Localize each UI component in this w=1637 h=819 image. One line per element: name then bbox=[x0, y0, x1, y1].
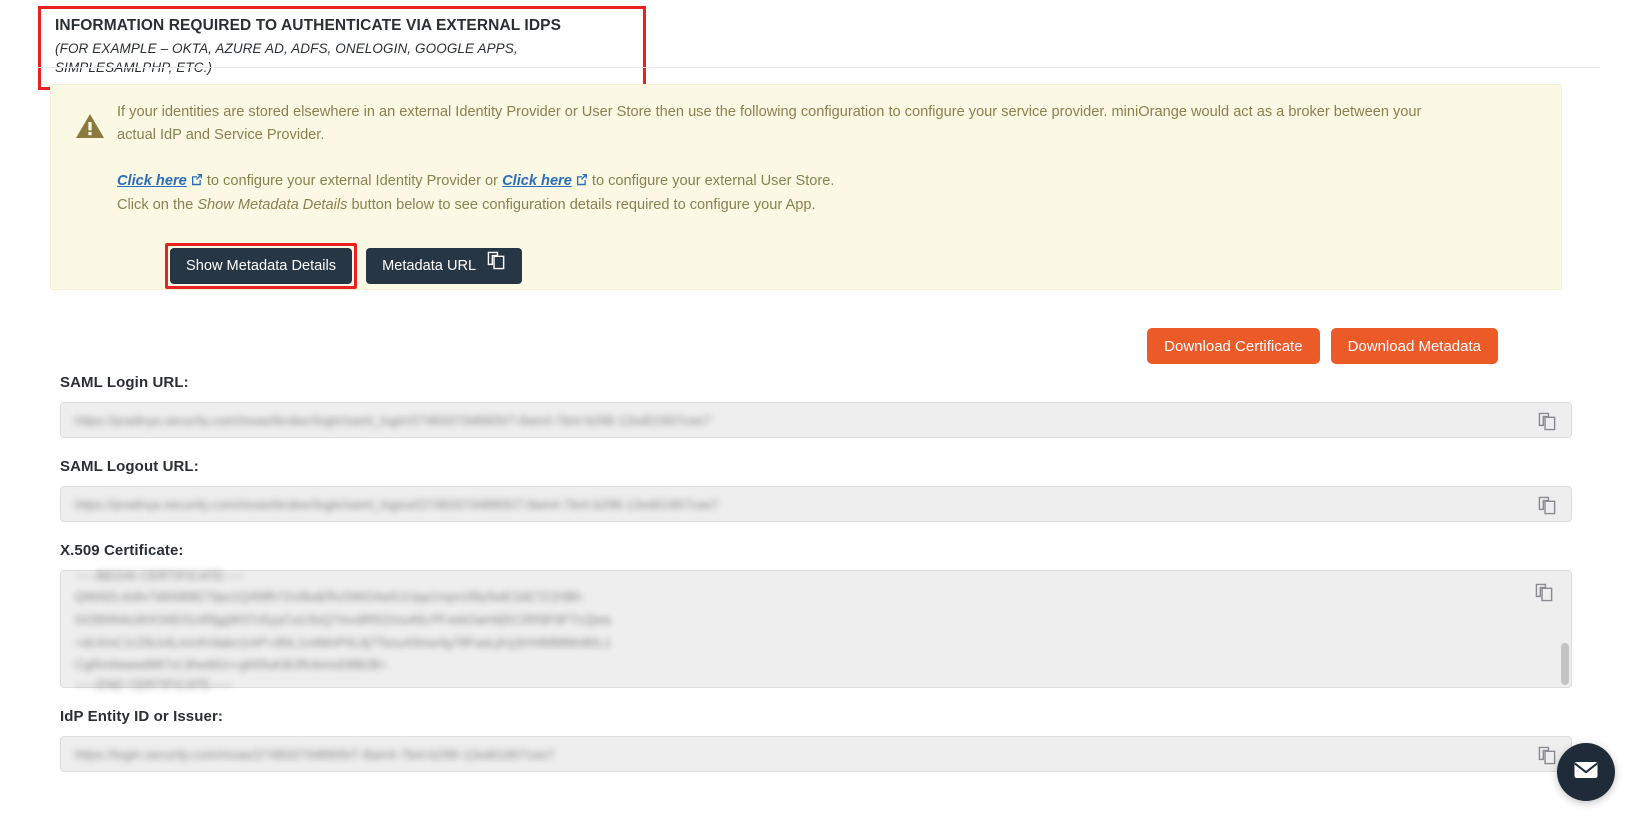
field-idp-entity-id: IdP Entity ID or Issuer: https://login.s… bbox=[0, 708, 1637, 772]
page-title: INFORMATION REQUIRED TO AUTHENTICATE VIA… bbox=[55, 17, 562, 34]
cert-line-4: CgRm9aawd987vL5hw9Gn+gN5fuKl8JRnkmoD8B2B… bbox=[75, 658, 388, 672]
saml-logout-url-input[interactable]: https://pradnya.security.com/moas/broker… bbox=[60, 486, 1572, 522]
cert-line-1: QWADL4s8v7d65t89E70ps1Q4Mfh72v0kaEfhz5WG… bbox=[75, 590, 582, 604]
external-link-icon-2 bbox=[575, 171, 588, 194]
chat-widget-button[interactable] bbox=[1557, 743, 1615, 801]
copy-icon[interactable] bbox=[1535, 583, 1554, 607]
alert-body: If your identities are stored elsewhere … bbox=[117, 101, 1543, 289]
alert-link-text-1: to configure your external Identity Prov… bbox=[202, 173, 503, 190]
alert-link-line-1: Click here to configure your external Id… bbox=[117, 170, 1543, 194]
download-buttons-row: Download Certificate Download Metadata bbox=[1147, 328, 1498, 364]
field-saml-logout-url: SAML Logout URL: https://pradnya.securit… bbox=[0, 458, 1637, 522]
alert-line2-emphasis: Show Metadata Details bbox=[197, 196, 348, 213]
download-certificate-button[interactable]: Download Certificate bbox=[1147, 328, 1320, 364]
alert-link-line-2: Click on the Show Metadata Details butto… bbox=[117, 194, 1543, 217]
download-metadata-button[interactable]: Download Metadata bbox=[1330, 328, 1498, 364]
page-title-annotation-box: INFORMATION REQUIRED TO AUTHENTICATE VIA… bbox=[38, 6, 646, 90]
alert-line2-before: Click on the bbox=[117, 196, 198, 213]
saml-login-url-input[interactable]: https://pradnya.security.com/moas/broker… bbox=[60, 402, 1572, 438]
external-link-icon bbox=[190, 171, 203, 194]
page-root: INFORMATION REQUIRED TO AUTHENTICATE VIA… bbox=[0, 0, 1637, 819]
cert-line-5: -----END CERTIFICATE----- bbox=[75, 678, 233, 692]
field-x509-certificate: X.509 Certificate: -----BEGIN CERTIFICAT… bbox=[0, 542, 1637, 692]
field-label: X.509 Certificate: bbox=[60, 542, 184, 559]
idp-entity-id-input[interactable]: https://login.security.com/moas/27483373… bbox=[60, 736, 1572, 772]
field-label: SAML Login URL: bbox=[60, 374, 189, 391]
alert-line2-after: button below to see configuration detail… bbox=[347, 196, 816, 213]
field-value: https://pradnya.security.com/moas/broker… bbox=[75, 498, 719, 512]
metadata-buttons-row: Show Metadata Details Metadata URL bbox=[165, 243, 523, 289]
envelope-icon bbox=[1571, 755, 1601, 790]
field-value: https://login.security.com/moas/27483373… bbox=[75, 748, 555, 762]
header-divider bbox=[38, 67, 1600, 68]
cert-line-2: GO8NN4o30X34E01nRfggW37o5yyCuU3xQ7mvdRf2… bbox=[75, 613, 611, 627]
copy-icon[interactable] bbox=[487, 248, 506, 284]
metadata-url-label: Metadata URL bbox=[382, 258, 477, 274]
copy-icon[interactable] bbox=[1538, 496, 1557, 520]
show-metadata-details-button[interactable]: Show Metadata Details bbox=[170, 248, 353, 284]
page-subtitle: (FOR EXAMPLE – OKTA, AZURE AD, ADFS, ONE… bbox=[55, 40, 518, 75]
field-label: IdP Entity ID or Issuer: bbox=[60, 708, 223, 725]
alert-link-text-2: to configure your external User Store. bbox=[587, 173, 835, 190]
metadata-url-button[interactable]: Metadata URL bbox=[366, 248, 523, 284]
copy-icon[interactable] bbox=[1538, 412, 1557, 436]
field-value: https://pradnya.security.com/moas/broker… bbox=[75, 414, 711, 428]
copy-icon[interactable] bbox=[1538, 746, 1557, 770]
warning-triangle-icon bbox=[73, 109, 107, 143]
configure-external-user-store-link[interactable]: Click here bbox=[502, 173, 572, 189]
field-saml-login-url: SAML Login URL: https://pradnya.security… bbox=[0, 374, 1637, 438]
certificate-scrollbar-thumb[interactable] bbox=[1561, 643, 1569, 685]
field-label: SAML Logout URL: bbox=[60, 458, 199, 475]
alert-links-block: Click here to configure your external Id… bbox=[117, 170, 1543, 216]
cert-line-3: +dcXmC1rZ9Lk4Lmn4Vdakn1mP+dNL1o4MnP0L9j7… bbox=[75, 636, 612, 650]
alert-paragraph: If your identities are stored elsewhere … bbox=[117, 104, 1422, 143]
metadata-fields-list: SAML Login URL: https://pradnya.security… bbox=[0, 374, 1637, 792]
info-alert-panel: If your identities are stored elsewhere … bbox=[50, 84, 1562, 290]
show-metadata-annotation-box: Show Metadata Details bbox=[165, 243, 358, 289]
configure-external-idp-link[interactable]: Click here bbox=[117, 173, 187, 189]
cert-line-0: -----BEGIN CERTIFICATE----- bbox=[75, 569, 246, 583]
x509-certificate-textarea[interactable]: -----BEGIN CERTIFICATE----- QWADL4s8v7d6… bbox=[60, 569, 1572, 692]
